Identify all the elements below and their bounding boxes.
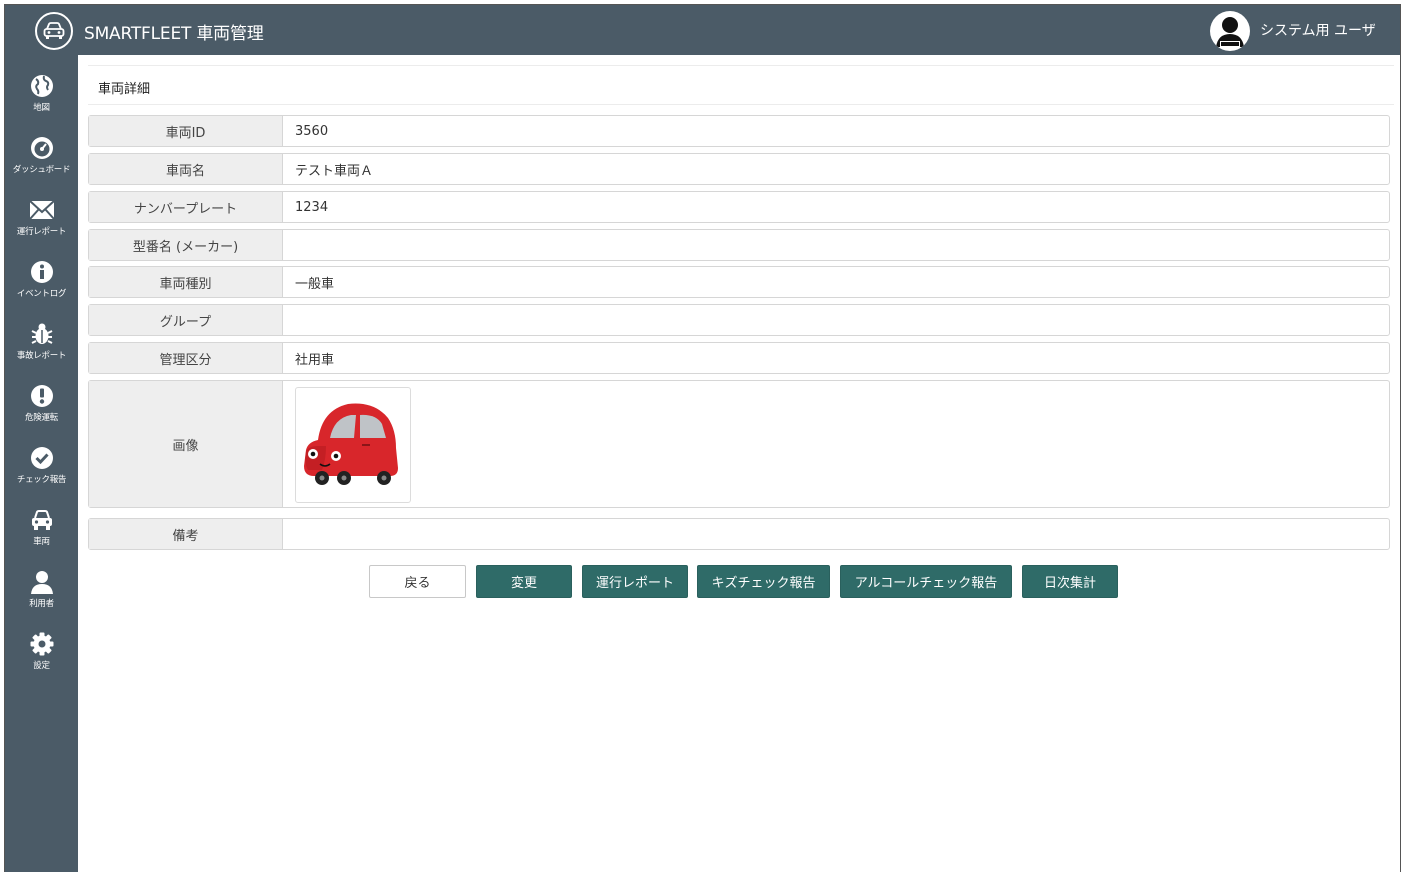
envelope-icon xyxy=(29,200,55,220)
trip-report-button[interactable]: 運行レポート xyxy=(582,565,688,598)
user-icon xyxy=(31,571,53,594)
field-model-maker: 型番名 (メーカー) xyxy=(88,229,1390,261)
field-management-category: 管理区分 社用車 xyxy=(88,342,1390,374)
sidebar-item-dangerous-driving[interactable]: 危険運転 xyxy=(5,373,78,431)
action-bar: 戻る 変更 運行レポート キズチェック報告 アルコールチェック報告 日次集計 xyxy=(88,565,1394,599)
vehicle-image[interactable] xyxy=(295,387,411,503)
field-label: 車両名 xyxy=(89,154,283,184)
bug-icon xyxy=(31,323,53,344)
sidebar-item-label: 車両 xyxy=(33,537,50,547)
sidebar-item-label: 事故レポート xyxy=(16,351,67,361)
field-value: 一般車 xyxy=(295,276,335,292)
user-avatar-icon[interactable] xyxy=(1210,11,1250,51)
field-notes: 備考 xyxy=(88,518,1390,550)
app-title: SMARTFLEET 車両管理 xyxy=(84,24,264,44)
car-icon xyxy=(32,510,52,530)
field-value: 1234 xyxy=(295,199,329,215)
back-button[interactable]: 戻る xyxy=(369,565,466,598)
page-heading: 車両詳細 xyxy=(88,65,1394,105)
daily-summary-button[interactable]: 日次集計 xyxy=(1022,565,1118,598)
sidebar-item-label: ダッシュボード xyxy=(12,165,71,175)
field-image: 画像 xyxy=(88,380,1390,508)
globe-icon xyxy=(31,75,53,97)
field-value: 社用車 xyxy=(295,352,335,368)
red-car-illustration xyxy=(304,403,398,485)
gear-icon xyxy=(30,632,54,656)
field-label: 車両ID xyxy=(89,116,283,146)
app-logo-icon[interactable] xyxy=(35,12,73,50)
field-label: 画像 xyxy=(89,381,283,507)
field-value: 3560 xyxy=(295,123,329,139)
page-title: 車両詳細 xyxy=(98,82,151,97)
field-label: 型番名 (メーカー) xyxy=(89,230,283,260)
sidebar-item-vehicles[interactable]: 車両 xyxy=(5,497,78,555)
field-label: ナンバープレート xyxy=(89,192,283,222)
field-vehicle-type: 車両種別 一般車 xyxy=(88,266,1390,298)
edit-button[interactable]: 変更 xyxy=(476,565,572,598)
sidebar-item-users[interactable]: 利用者 xyxy=(5,559,78,617)
sidebar-item-label: 危険運転 xyxy=(25,413,58,423)
field-vehicle-name: 車両名 テスト車両Ａ xyxy=(88,153,1390,185)
sidebar-item-accident-report[interactable]: 事故レポート xyxy=(5,311,78,369)
field-license-plate: ナンバープレート 1234 xyxy=(88,191,1390,223)
speedometer-icon xyxy=(31,137,53,159)
field-label: グループ xyxy=(89,305,283,335)
sidebar-item-label: 設定 xyxy=(33,661,50,671)
top-bar: SMARTFLEET 車両管理 システム用 ユーザ xyxy=(5,5,1400,55)
sidebar: 地図 ダッシュボード 運行レポート イベントログ 事故レポート 危険運転 チェッ… xyxy=(5,55,78,872)
sidebar-item-label: 地図 xyxy=(33,103,50,113)
sidebar-item-check-report[interactable]: チェック報告 xyxy=(5,435,78,493)
exclamation-icon xyxy=(31,385,53,407)
sidebar-item-dashboard[interactable]: ダッシュボード xyxy=(5,125,78,183)
field-label: 車両種別 xyxy=(89,267,283,297)
info-icon xyxy=(31,261,53,283)
sidebar-item-label: チェック報告 xyxy=(16,475,67,485)
sidebar-item-trip-report[interactable]: 運行レポート xyxy=(5,187,78,245)
sidebar-item-settings[interactable]: 設定 xyxy=(5,621,78,679)
alcohol-check-report-button[interactable]: アルコールチェック報告 xyxy=(840,565,1012,598)
sidebar-item-label: 利用者 xyxy=(29,599,54,609)
sidebar-item-event-log[interactable]: イベントログ xyxy=(5,249,78,307)
field-group: グループ xyxy=(88,304,1390,336)
sidebar-item-label: イベントログ xyxy=(16,289,67,299)
check-circle-icon xyxy=(31,447,53,469)
damage-check-report-button[interactable]: キズチェック報告 xyxy=(697,565,830,598)
field-label: 備考 xyxy=(89,519,283,549)
field-label: 管理区分 xyxy=(89,343,283,373)
sidebar-item-map[interactable]: 地図 xyxy=(5,63,78,121)
app-window: SMARTFLEET 車両管理 システム用 ユーザ 地図 ダッシュボード 運行レ… xyxy=(4,4,1401,872)
field-vehicle-id: 車両ID 3560 xyxy=(88,115,1390,147)
user-name[interactable]: システム用 ユーザ xyxy=(1260,20,1376,40)
field-value: テスト車両Ａ xyxy=(295,163,374,179)
sidebar-item-label: 運行レポート xyxy=(16,227,67,237)
